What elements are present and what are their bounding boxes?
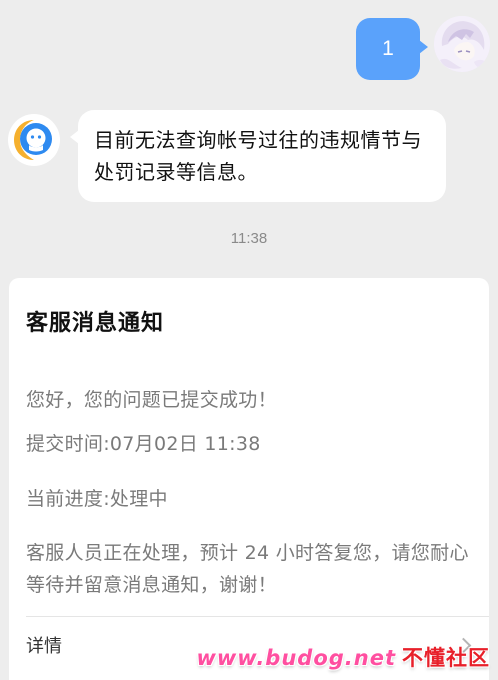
watermark-site: www.budog.net <box>196 646 396 670</box>
details-label: 详情 <box>26 636 62 657</box>
notice-progress: 当前进度:处理中 <box>26 488 168 510</box>
outgoing-message-bubble[interactable]: 1 <box>356 18 428 80</box>
customer-service-icon <box>10 116 58 164</box>
card-title: 客服消息通知 <box>26 311 165 336</box>
user-avatar[interactable] <box>434 16 490 72</box>
notice-greeting: 您好，您的问题已提交成功！ <box>26 389 277 411</box>
chat-screen: 1 目前无法查询帐号过往的违规情节与处罚记录等信息。 11:38 客服消息通知 … <box>0 0 498 680</box>
notice-body: 客服人员正在处理，预计 24 小时答复您，请您耐心等待并留意消息通知，谢谢！ <box>26 542 469 596</box>
site-watermark: www.budog.net 不懂社区 <box>196 642 490 672</box>
outgoing-message-row: 1 <box>356 16 490 80</box>
anime-avatar-icon <box>434 16 490 72</box>
watermark-name: 不懂社区 <box>402 646 490 670</box>
service-notice-card[interactable]: 客服消息通知 您好，您的问题已提交成功！ 提交时间:07月02日 11:38 当… <box>9 278 489 680</box>
incoming-message-bubble[interactable]: 目前无法查询帐号过往的违规情节与处罚记录等信息。 <box>70 110 446 202</box>
customer-service-avatar[interactable] <box>8 114 60 166</box>
notice-submit-time: 提交时间:07月02日 11:38 <box>26 433 261 455</box>
message-timestamp: 11:38 <box>230 230 268 247</box>
incoming-message-row: 目前无法查询帐号过往的违规情节与处罚记录等信息。 <box>8 110 446 202</box>
